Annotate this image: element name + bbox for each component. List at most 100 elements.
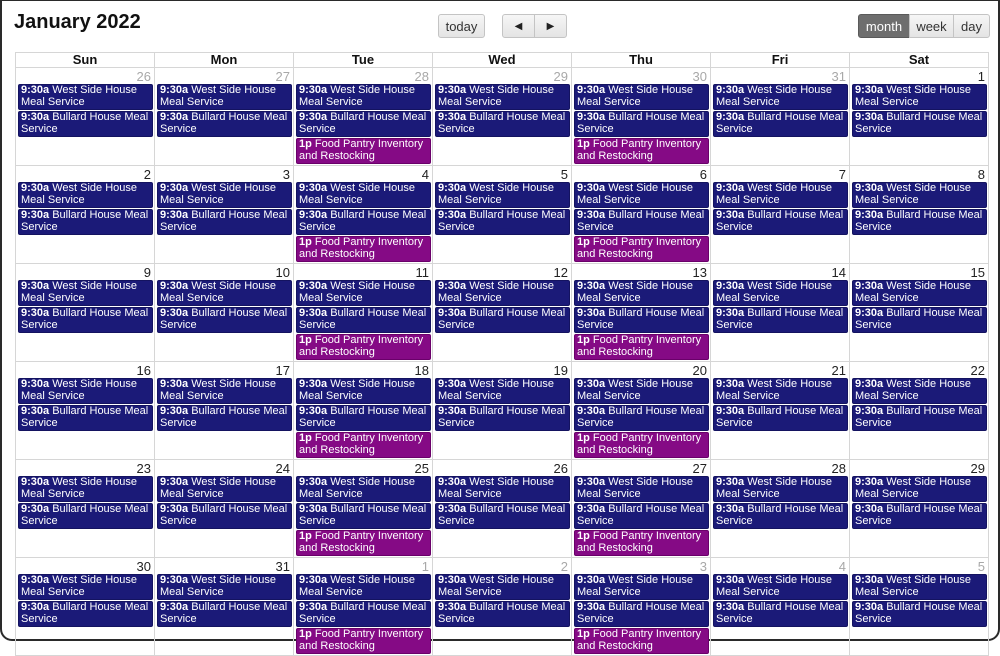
calendar-event[interactable]: 1p Food Pantry Inventory and Restocking [574,628,709,654]
calendar-event[interactable]: 1p Food Pantry Inventory and Restocking [574,432,709,458]
calendar-event[interactable]: 9:30a Bullard House Meal Service [18,111,153,137]
calendar-event[interactable]: 9:30a West Side House Meal Service [18,574,153,600]
calendar-event[interactable]: 9:30a West Side House Meal Service [713,378,848,404]
calendar-event[interactable]: 9:30a Bullard House Meal Service [296,601,431,627]
calendar-event[interactable]: 9:30a Bullard House Meal Service [574,503,709,529]
calendar-event[interactable]: 9:30a Bullard House Meal Service [18,601,153,627]
calendar-event[interactable]: 9:30a Bullard House Meal Service [435,209,570,235]
calendar-event[interactable]: 9:30a Bullard House Meal Service [574,111,709,137]
calendar-event[interactable]: 9:30a West Side House Meal Service [852,182,987,208]
day-cell[interactable]: 26 9:30a West Side House Meal Service 9:30… [15,67,155,166]
calendar-event[interactable]: 9:30a Bullard House Meal Service [852,405,987,431]
calendar-event[interactable]: 9:30a West Side House Meal Service [18,182,153,208]
calendar-event[interactable]: 9:30a West Side House Meal Service [435,476,570,502]
day-view-button[interactable]: day [953,14,990,38]
calendar-event[interactable]: 9:30a West Side House Meal Service [852,280,987,306]
calendar-event[interactable]: 9:30a West Side House Meal Service [296,476,431,502]
day-cell[interactable]: 26 9:30a West Side House Meal Service 9:30… [432,459,572,558]
calendar-event[interactable]: 9:30a Bullard House Meal Service [574,405,709,431]
day-cell[interactable]: 13 9:30a West Side House Meal Service 9:30… [571,263,711,362]
day-cell[interactable]: 29 9:30a West Side House Meal Service 9:30… [849,459,989,558]
day-cell[interactable]: 23 9:30a West Side House Meal Service 9:30… [15,459,155,558]
calendar-event[interactable]: 9:30a Bullard House Meal Service [157,601,292,627]
prev-month-button[interactable]: ◀ [502,14,535,38]
calendar-event[interactable]: 1p Food Pantry Inventory and Restocking [296,628,431,654]
calendar-event[interactable]: 9:30a West Side House Meal Service [435,378,570,404]
calendar-event[interactable]: 9:30a Bullard House Meal Service [435,307,570,333]
day-cell[interactable]: 30 9:30a West Side House Meal Service 9:30… [571,67,711,166]
calendar-event[interactable]: 9:30a Bullard House Meal Service [852,307,987,333]
calendar-event[interactable]: 9:30a Bullard House Meal Service [157,307,292,333]
calendar-event[interactable]: 9:30a Bullard House Meal Service [713,111,848,137]
day-cell[interactable]: 27 9:30a West Side House Meal Service 9:30… [154,67,294,166]
calendar-event[interactable]: 1p Food Pantry Inventory and Restocking [296,334,431,360]
calendar-event[interactable]: 9:30a West Side House Meal Service [18,84,153,110]
calendar-event[interactable]: 1p Food Pantry Inventory and Restocking [574,530,709,556]
day-cell[interactable]: 24 9:30a West Side House Meal Service 9:30… [154,459,294,558]
next-month-button[interactable]: ▶ [534,14,567,38]
today-button[interactable]: today [438,14,485,38]
calendar-event[interactable]: 9:30a Bullard House Meal Service [435,503,570,529]
day-cell[interactable]: 6 9:30a West Side House Meal Service 9:30a… [571,165,711,264]
calendar-event[interactable]: 9:30a Bullard House Meal Service [574,209,709,235]
calendar-event[interactable]: 9:30a West Side House Meal Service [435,280,570,306]
calendar-event[interactable]: 9:30a West Side House Meal Service [713,574,848,600]
calendar-event[interactable]: 9:30a West Side House Meal Service [157,280,292,306]
calendar-event[interactable]: 9:30a Bullard House Meal Service [18,307,153,333]
day-cell[interactable]: 25 9:30a West Side House Meal Service 9:30… [293,459,433,558]
calendar-event[interactable]: 9:30a West Side House Meal Service [296,84,431,110]
calendar-event[interactable]: 9:30a West Side House Meal Service [852,84,987,110]
day-cell[interactable]: 1 9:30a West Side House Meal Service 9:30a… [849,67,989,166]
day-cell[interactable]: 10 9:30a West Side House Meal Service 9:30… [154,263,294,362]
calendar-event[interactable]: 9:30a Bullard House Meal Service [852,209,987,235]
calendar-event[interactable]: 9:30a West Side House Meal Service [296,280,431,306]
calendar-event[interactable]: 9:30a West Side House Meal Service [157,182,292,208]
calendar-event[interactable]: 9:30a Bullard House Meal Service [18,503,153,529]
calendar-event[interactable]: 9:30a Bullard House Meal Service [296,405,431,431]
calendar-event[interactable]: 9:30a West Side House Meal Service [157,84,292,110]
calendar-event[interactable]: 9:30a Bullard House Meal Service [157,503,292,529]
day-cell[interactable]: 18 9:30a West Side House Meal Service 9:30… [293,361,433,460]
day-cell[interactable]: 21 9:30a West Side House Meal Service 9:30… [710,361,850,460]
calendar-event[interactable]: 9:30a Bullard House Meal Service [435,405,570,431]
day-cell[interactable]: 7 9:30a West Side House Meal Service 9:30a… [710,165,850,264]
month-view-button[interactable]: month [858,14,910,38]
calendar-event[interactable]: 9:30a West Side House Meal Service [18,280,153,306]
calendar-event[interactable]: 1p Food Pantry Inventory and Restocking [574,138,709,164]
calendar-event[interactable]: 9:30a Bullard House Meal Service [574,601,709,627]
calendar-event[interactable]: 9:30a Bullard House Meal Service [713,503,848,529]
calendar-event[interactable]: 9:30a West Side House Meal Service [157,476,292,502]
day-cell[interactable]: 28 9:30a West Side House Meal Service 9:30… [710,459,850,558]
calendar-event[interactable]: 9:30a West Side House Meal Service [157,378,292,404]
day-cell[interactable]: 20 9:30a West Side House Meal Service 9:30… [571,361,711,460]
calendar-event[interactable]: 9:30a Bullard House Meal Service [435,601,570,627]
day-cell[interactable]: 4 9:30a West Side House Meal Service 9:30a… [293,165,433,264]
day-cell[interactable]: 3 9:30a West Side House Meal Service 9:30a… [154,165,294,264]
day-cell[interactable]: 9 9:30a West Side House Meal Service 9:30a… [15,263,155,362]
calendar-event[interactable]: 1p Food Pantry Inventory and Restocking [296,138,431,164]
day-cell[interactable]: 22 9:30a West Side House Meal Service 9:30… [849,361,989,460]
day-cell[interactable]: 17 9:30a West Side House Meal Service 9:30… [154,361,294,460]
calendar-event[interactable]: 9:30a West Side House Meal Service [18,378,153,404]
day-cell[interactable]: 2 9:30a West Side House Meal Service 9:30a… [15,165,155,264]
calendar-event[interactable]: 1p Food Pantry Inventory and Restocking [574,236,709,262]
calendar-event[interactable]: 9:30a West Side House Meal Service [713,476,848,502]
calendar-event[interactable]: 9:30a West Side House Meal Service [574,378,709,404]
calendar-event[interactable]: 9:30a Bullard House Meal Service [713,405,848,431]
day-cell[interactable]: 19 9:30a West Side House Meal Service 9:30… [432,361,572,460]
day-cell[interactable]: 8 9:30a West Side House Meal Service 9:30a… [849,165,989,264]
day-cell[interactable]: 12 9:30a West Side House Meal Service 9:30… [432,263,572,362]
calendar-event[interactable]: 9:30a West Side House Meal Service [435,84,570,110]
day-cell[interactable]: 27 9:30a West Side House Meal Service 9:30… [571,459,711,558]
calendar-event[interactable]: 9:30a West Side House Meal Service [157,574,292,600]
calendar-event[interactable]: 9:30a Bullard House Meal Service [296,307,431,333]
calendar-event[interactable]: 9:30a Bullard House Meal Service [18,209,153,235]
day-cell[interactable]: 29 9:30a West Side House Meal Service 9:30… [432,67,572,166]
calendar-event[interactable]: 9:30a West Side House Meal Service [713,182,848,208]
calendar-event[interactable]: 9:30a West Side House Meal Service [296,574,431,600]
calendar-event[interactable]: 1p Food Pantry Inventory and Restocking [296,530,431,556]
calendar-event[interactable]: 9:30a Bullard House Meal Service [852,111,987,137]
calendar-event[interactable]: 9:30a Bullard House Meal Service [157,405,292,431]
calendar-event[interactable]: 1p Food Pantry Inventory and Restocking [574,334,709,360]
calendar-event[interactable]: 9:30a Bullard House Meal Service [852,503,987,529]
